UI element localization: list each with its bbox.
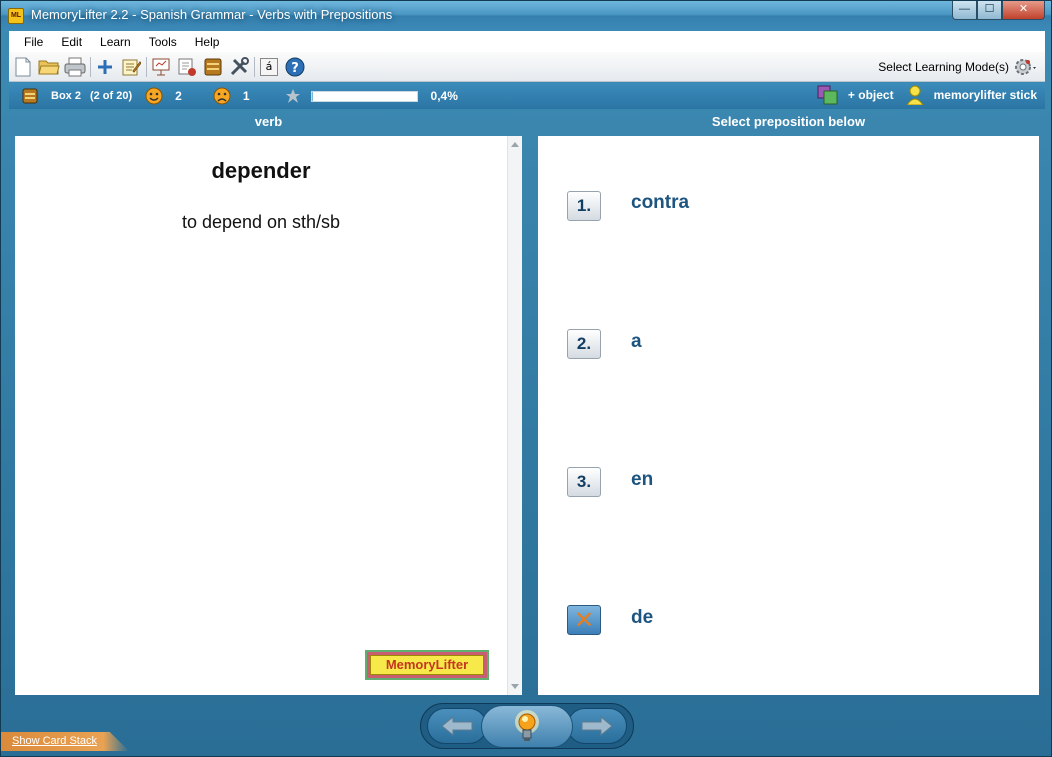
app-logo-icon: ML bbox=[8, 8, 24, 24]
arrow-left-icon bbox=[441, 716, 473, 736]
toolbar-separator bbox=[254, 56, 255, 77]
box-icon[interactable] bbox=[202, 56, 224, 78]
learning-mode-label: Select Learning Mode(s) bbox=[878, 60, 1009, 74]
answer-1-button[interactable]: 1. bbox=[567, 191, 601, 221]
user-icon bbox=[906, 85, 924, 105]
show-card-stack-tab[interactable]: Show Card Stack bbox=[1, 732, 129, 751]
cards-icon[interactable] bbox=[176, 56, 198, 78]
close-button[interactable]: ✕ bbox=[1002, 1, 1045, 20]
progress-bar bbox=[310, 90, 418, 102]
answer-1-text[interactable]: contra bbox=[631, 192, 689, 214]
toolbar-separator bbox=[146, 56, 147, 77]
question-translation: to depend on sth/sb bbox=[181, 212, 341, 232]
new-file-icon[interactable] bbox=[12, 56, 34, 78]
star-icon bbox=[285, 89, 300, 103]
print-icon[interactable] bbox=[64, 56, 86, 78]
menu-tools[interactable]: Tools bbox=[140, 35, 186, 49]
menu-edit[interactable]: Edit bbox=[52, 35, 91, 49]
special-char-label: á bbox=[260, 57, 278, 76]
minimize-button[interactable]: — bbox=[952, 1, 977, 20]
question-scrollbar[interactable] bbox=[507, 136, 522, 695]
open-folder-icon[interactable] bbox=[38, 56, 60, 78]
learning-mode-select[interactable]: Select Learning Mode(s) bbox=[878, 56, 1039, 78]
logo-text: MemoryLifter bbox=[370, 655, 484, 675]
scroll-up-arrow[interactable] bbox=[511, 142, 519, 147]
box-icon bbox=[22, 88, 38, 104]
menu-help[interactable]: Help bbox=[186, 35, 229, 49]
question-word: depender bbox=[211, 158, 311, 183]
hint-button[interactable] bbox=[481, 705, 573, 748]
answer-4-wrong-button[interactable]: ✕ bbox=[567, 605, 601, 635]
help-icon[interactable]: ? bbox=[284, 56, 306, 78]
object-icon[interactable] bbox=[817, 85, 839, 105]
answer-column-header: Select preposition below bbox=[711, 114, 866, 129]
object-label[interactable]: + object bbox=[848, 88, 894, 102]
learning-status-bar: Box 2 (2 of 20) 2 1 0,4% + object memory… bbox=[9, 83, 1045, 109]
edit-card-icon[interactable] bbox=[120, 56, 142, 78]
title-bar: ML MemoryLifter 2.2 - Spanish Grammar - … bbox=[1, 1, 1051, 31]
answer-3-text[interactable]: en bbox=[631, 469, 653, 491]
answer-4-text[interactable]: de bbox=[631, 607, 653, 629]
answer-panel: 1. contra 2. a 3. en ✕ de bbox=[538, 136, 1039, 695]
add-card-icon[interactable] bbox=[94, 56, 116, 78]
window-controls: — ☐ ✕ bbox=[952, 1, 1045, 20]
tools-icon[interactable] bbox=[228, 56, 250, 78]
next-button[interactable] bbox=[567, 708, 627, 744]
arrow-right-icon bbox=[581, 716, 613, 736]
correct-count: 2 bbox=[175, 89, 182, 103]
menu-learn[interactable]: Learn bbox=[91, 35, 140, 49]
menu-file[interactable]: File bbox=[15, 35, 52, 49]
presentation-icon[interactable] bbox=[150, 56, 172, 78]
memorylifter-logo: MemoryLifter bbox=[365, 650, 489, 680]
sad-face-icon bbox=[213, 87, 231, 105]
previous-button[interactable] bbox=[427, 708, 487, 744]
show-card-stack-link[interactable]: Show Card Stack bbox=[12, 735, 97, 747]
toolbar: á ? Select Learning Mode(s) bbox=[9, 52, 1045, 82]
app-window: ML MemoryLifter 2.2 - Spanish Grammar - … bbox=[0, 0, 1052, 757]
progress-text: 0,4% bbox=[430, 89, 458, 103]
answer-2-button[interactable]: 2. bbox=[567, 329, 601, 359]
window-title: MemoryLifter 2.2 - Spanish Grammar - Ver… bbox=[31, 7, 393, 22]
box-position: (2 of 20) bbox=[89, 90, 133, 102]
box-label: Box 2 bbox=[51, 90, 81, 102]
scroll-down-arrow[interactable] bbox=[511, 684, 519, 689]
user-label: memorylifter stick bbox=[933, 88, 1037, 102]
lightbulb-icon bbox=[515, 709, 539, 741]
svg-text:?: ? bbox=[291, 61, 299, 76]
answer-2-text[interactable]: a bbox=[631, 331, 642, 353]
navigation-bar bbox=[420, 703, 634, 749]
question-panel: depender to depend on sth/sb MemoryLifte… bbox=[15, 136, 522, 695]
wrong-count: 1 bbox=[242, 89, 250, 103]
happy-face-icon bbox=[145, 87, 163, 105]
progress-fill bbox=[311, 91, 313, 101]
status-right: + object memorylifter stick bbox=[817, 85, 1037, 105]
answer-3-button[interactable]: 3. bbox=[567, 467, 601, 497]
gear-icon bbox=[1015, 59, 1036, 75]
menu-bar: File Edit Learn Tools Help bbox=[9, 31, 1045, 52]
toolbar-separator bbox=[90, 56, 91, 77]
question-column-header: verb bbox=[254, 114, 283, 129]
special-char-icon[interactable]: á bbox=[258, 56, 280, 78]
maximize-button[interactable]: ☐ bbox=[977, 1, 1002, 20]
